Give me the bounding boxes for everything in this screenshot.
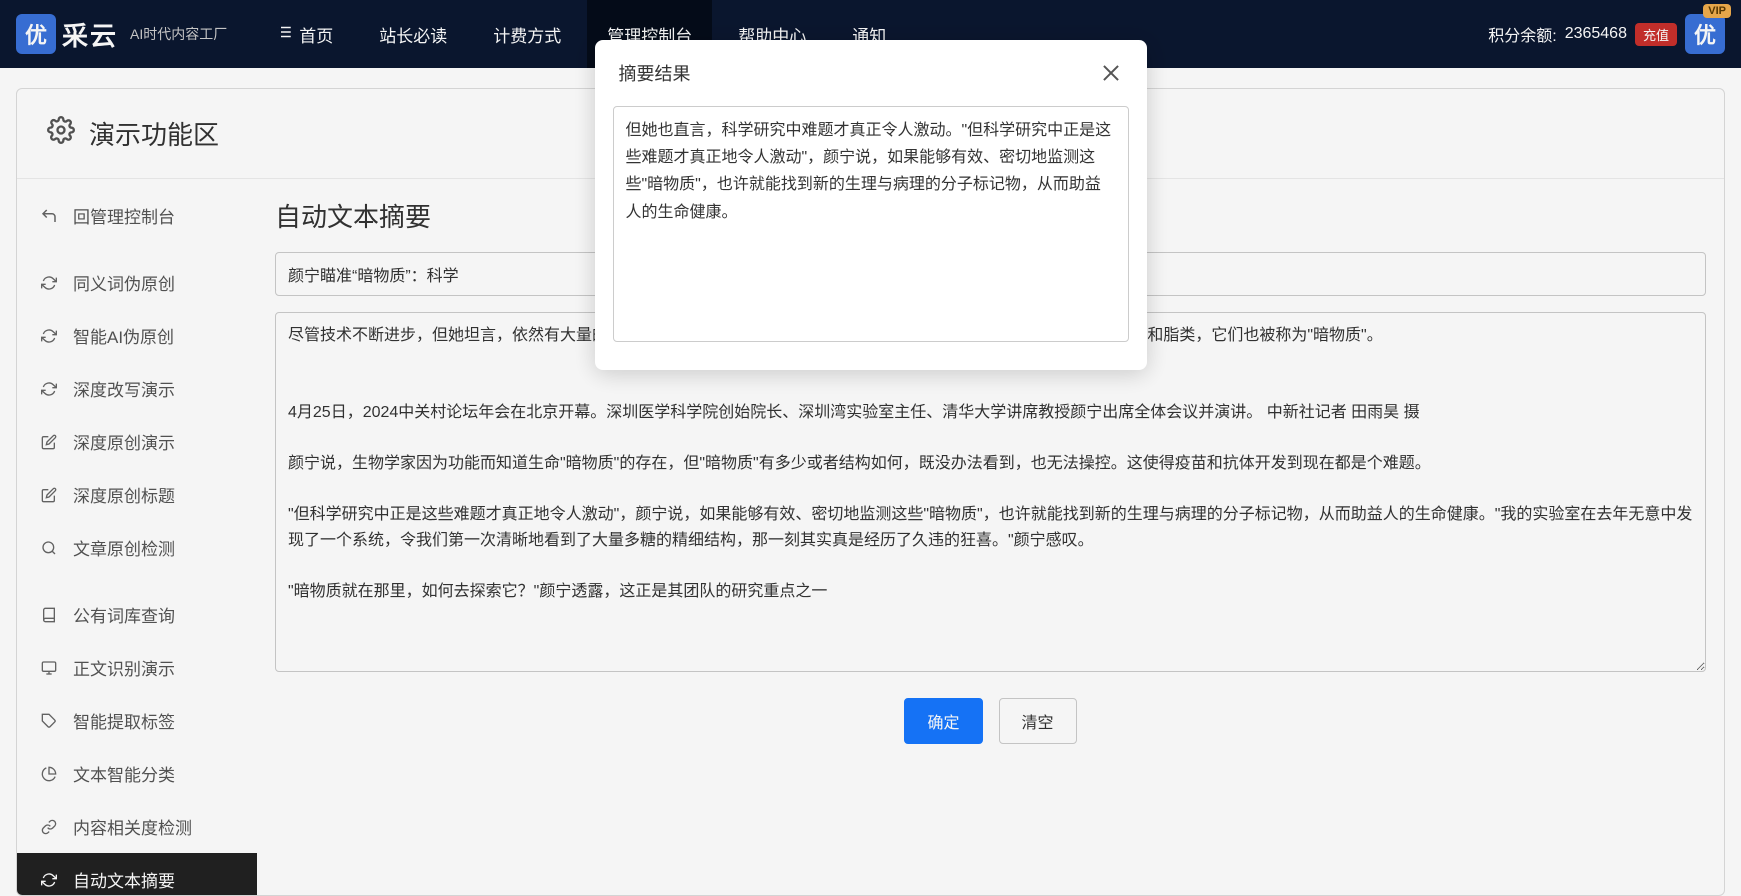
modal-title: 摘要结果 — [619, 60, 691, 86]
modal-mask[interactable]: 摘要结果 — [0, 0, 1741, 896]
modal-header: 摘要结果 — [595, 40, 1147, 106]
modal-body — [595, 106, 1147, 370]
close-icon[interactable] — [1099, 61, 1123, 85]
summary-result-textarea[interactable] — [613, 106, 1129, 342]
summary-modal: 摘要结果 — [595, 40, 1147, 370]
